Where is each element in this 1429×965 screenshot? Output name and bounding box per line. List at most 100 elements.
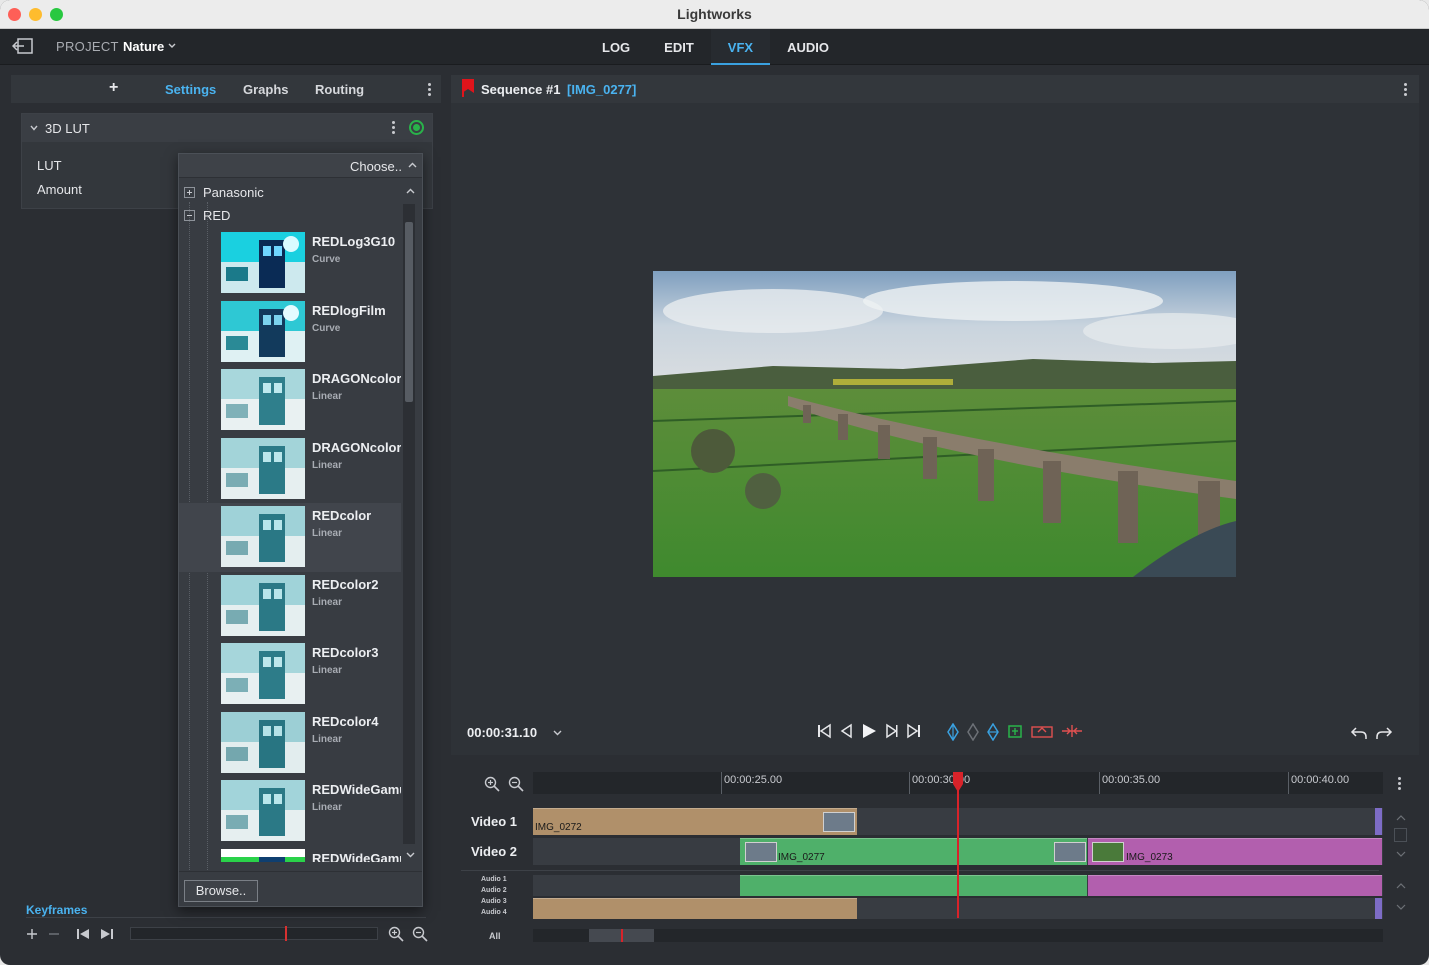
lut-item[interactable]: REDcolor Linear [179, 503, 401, 572]
effect-enabled-toggle[interactable] [409, 120, 424, 135]
zoom-out-icon[interactable] [412, 926, 428, 942]
lut-select-value: Choose.. [349, 159, 402, 174]
tab-routing[interactable]: Routing [315, 82, 364, 97]
track-label-audio-4[interactable]: Audio 4 [481, 909, 507, 916]
top-toolbar: PROJECT Nature LOG EDIT VFX AUDIO [0, 29, 1429, 65]
scrollbar-thumb[interactable] [405, 222, 413, 402]
step-back-icon[interactable] [839, 723, 853, 739]
tab-vfx[interactable]: VFX [710, 29, 771, 65]
tab-audio[interactable]: AUDIO [770, 29, 846, 65]
clip-end-marker [1375, 898, 1382, 919]
collapse-icon[interactable] [184, 210, 195, 221]
lut-item[interactable]: DRAGONcolor Linear [179, 366, 401, 435]
window-title: Lightworks [677, 6, 752, 22]
track-scroll-box[interactable] [1394, 828, 1407, 842]
more-options-icon[interactable] [1404, 83, 1408, 97]
chevron-down-icon[interactable] [30, 125, 38, 131]
chevron-down-icon[interactable] [168, 42, 176, 50]
remove-keyframe-icon[interactable] [48, 928, 60, 940]
lut-item[interactable]: DRAGONcolor2 Linear [179, 435, 401, 504]
lut-list: REDLog3G10 Curve REDlogFilm Curve DRAGON… [179, 229, 401, 862]
lut-preview-thumbnail [221, 574, 305, 636]
track-label-audio-3[interactable]: Audio 3 [481, 898, 507, 905]
lut-item[interactable]: REDWideGamut [179, 846, 401, 862]
all-tracks-label[interactable]: All [489, 931, 501, 941]
step-forward-icon[interactable] [885, 723, 899, 739]
zoom-in-icon[interactable] [388, 926, 404, 942]
track-label-video-2[interactable]: Video 2 [471, 844, 517, 859]
previous-keyframe-icon[interactable] [76, 927, 90, 941]
project-name[interactable]: Nature [123, 39, 164, 54]
current-clip-name[interactable]: [IMG_0277] [567, 82, 636, 97]
redo-icon[interactable] [1375, 725, 1393, 741]
insert-icon[interactable] [1007, 723, 1023, 739]
divider [179, 871, 422, 872]
lift-icon[interactable] [1031, 723, 1053, 739]
clip-img-0272[interactable]: IMG_0272 [533, 808, 857, 835]
go-to-end-icon[interactable] [907, 723, 921, 739]
lut-select[interactable]: Choose.. [179, 154, 422, 178]
tab-graphs[interactable]: Graphs [243, 82, 289, 97]
audio-clip[interactable] [1088, 875, 1382, 896]
playhead[interactable] [957, 776, 959, 918]
clear-marks-icon[interactable] [967, 723, 979, 741]
audio-clip[interactable] [533, 898, 857, 919]
tab-settings[interactable]: Settings [165, 82, 216, 97]
tab-edit[interactable]: EDIT [647, 29, 711, 65]
more-options-icon[interactable] [1398, 777, 1402, 791]
exit-project-icon[interactable] [12, 37, 34, 55]
chevron-up-icon[interactable] [408, 162, 417, 168]
keyframe-track[interactable] [130, 927, 378, 940]
timecode-display[interactable]: 00:00:31.10 [467, 725, 537, 740]
chevron-down-icon[interactable] [1396, 851, 1406, 858]
mark-in-icon[interactable] [947, 723, 959, 741]
browse-button[interactable]: Browse.. [184, 880, 258, 902]
mark-out-icon[interactable] [987, 723, 999, 741]
play-icon[interactable] [861, 723, 877, 739]
tab-log[interactable]: LOG [585, 29, 647, 65]
track-label-video-1[interactable]: Video 1 [471, 814, 517, 829]
add-effect-button[interactable]: + [109, 79, 118, 97]
tree-group-panasonic[interactable]: Panasonic [184, 185, 264, 205]
chevron-down-icon[interactable] [553, 730, 562, 736]
remove-icon[interactable] [1061, 723, 1083, 739]
lut-item[interactable]: REDcolor3 Linear [179, 640, 401, 709]
go-to-start-icon[interactable] [817, 723, 831, 739]
clip-img-0277[interactable]: IMG_0277 [740, 838, 1087, 865]
video-preview[interactable] [653, 271, 1236, 577]
lut-item[interactable]: REDcolor4 Linear [179, 709, 401, 778]
zoom-out-icon[interactable] [508, 776, 524, 792]
audio-clip[interactable] [740, 875, 1087, 896]
track-label-audio-1[interactable]: Audio 1 [481, 876, 507, 883]
zoom-in-icon[interactable] [484, 776, 500, 792]
tree-group-red[interactable]: RED [184, 208, 230, 228]
ruler-tick [1099, 772, 1100, 794]
track-label-audio-2[interactable]: Audio 2 [481, 887, 507, 894]
undo-icon[interactable] [1350, 725, 1368, 741]
lut-item[interactable]: REDlogFilm Curve [179, 298, 401, 367]
lut-list-scrollbar[interactable] [403, 204, 415, 844]
chevron-down-icon[interactable] [406, 852, 415, 858]
effect-header[interactable]: 3D LUT [22, 114, 432, 142]
chevron-up-icon[interactable] [1396, 814, 1406, 821]
lut-name: REDcolor2 [312, 576, 379, 592]
lut-name: REDcolor4 [312, 713, 379, 729]
next-keyframe-icon[interactable] [100, 927, 114, 941]
lut-item[interactable]: REDcolor2 Linear [179, 572, 401, 641]
add-keyframe-icon[interactable] [26, 928, 38, 940]
clip-thumbnail [823, 812, 855, 832]
effect-options-icon[interactable] [392, 121, 396, 135]
chevron-down-icon[interactable] [1396, 904, 1406, 911]
lut-type: Linear [312, 459, 343, 471]
clip-img-0273[interactable]: IMG_0273 [1088, 838, 1382, 865]
timeline-scrollbar[interactable] [533, 929, 1383, 942]
lut-item[interactable]: REDLog3G10 Curve [179, 229, 401, 298]
viewer-panel: Sequence #1 [IMG_0277] 00:00:31.10 [451, 75, 1419, 755]
lut-item[interactable]: REDWideGamut Linear [179, 777, 401, 846]
tree-group-label: RED [203, 208, 231, 223]
more-options-icon[interactable] [428, 83, 432, 97]
expand-icon[interactable] [184, 187, 195, 198]
scroll-up-icon[interactable] [406, 188, 415, 194]
chevron-up-icon[interactable] [1396, 882, 1406, 889]
lut-preview-thumbnail [221, 232, 305, 293]
